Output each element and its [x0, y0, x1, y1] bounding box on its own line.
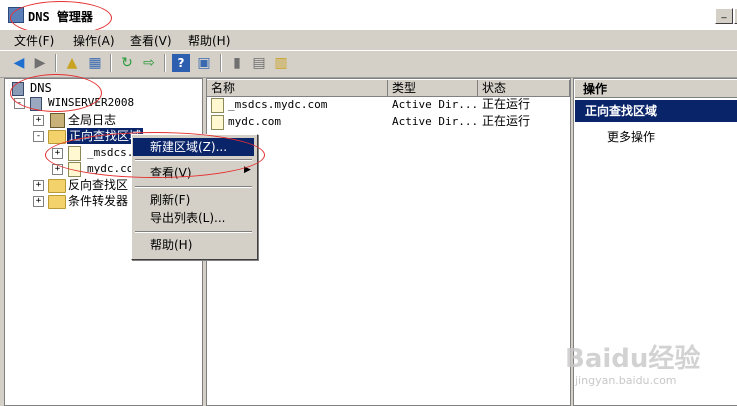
server-icon[interactable]: ▮ — [228, 54, 246, 72]
toolbar-separator — [164, 54, 166, 72]
show-hide-tree-icon[interactable]: ▦ — [86, 54, 104, 72]
column-header-name[interactable]: 名称 — [207, 80, 388, 97]
column-header-type[interactable]: 类型 — [388, 80, 478, 97]
toolbar-separator — [55, 54, 57, 72]
export-icon[interactable]: ⇨ — [140, 54, 158, 72]
actions-header: 操作 — [575, 80, 737, 98]
back-arrow-icon[interactable]: ◀ — [10, 54, 28, 72]
forward-arrow-icon[interactable]: ▶ — [31, 54, 49, 72]
menu-item-help[interactable]: 帮助(H) — [133, 236, 254, 254]
annotation-circle — [45, 132, 265, 178]
tree-node-global-logs[interactable]: 全局日志 — [68, 112, 116, 128]
minimize-button[interactable]: _ — [715, 8, 733, 24]
console-icon[interactable]: ▣ — [195, 54, 213, 72]
menu-view[interactable]: 查看(V) — [130, 32, 172, 49]
watermark-logo: Baidu经验 — [565, 344, 701, 374]
refresh-icon[interactable]: ↻ — [118, 54, 136, 72]
actions-section-title[interactable]: 正向查找区域 — [575, 100, 737, 122]
expand-icon[interactable]: + — [33, 196, 44, 207]
menu-separator — [135, 231, 252, 233]
list-icon[interactable]: ▤ — [250, 54, 268, 72]
collapse-icon[interactable]: - — [33, 131, 44, 142]
menu-action[interactable]: 操作(A) — [73, 32, 115, 49]
more-actions-link[interactable]: 更多操作 — [607, 128, 655, 145]
menu-file[interactable]: 文件(F) — [14, 32, 54, 49]
toolbar-separator — [220, 54, 222, 72]
list-row-status: 正在运行 — [482, 97, 531, 111]
list-row-status: 正在运行 — [482, 114, 531, 128]
expand-icon[interactable]: + — [33, 180, 44, 191]
watermark-url: jingyan.baidu.com — [575, 374, 677, 387]
menu-help[interactable]: 帮助(H) — [188, 32, 230, 49]
help-icon[interactable]: ? — [172, 54, 190, 72]
folder-icon — [48, 195, 66, 209]
menu-item-export-list[interactable]: 导出列表(L)... — [133, 209, 254, 227]
annotation-circle — [10, 74, 102, 112]
zone-file-icon — [211, 98, 224, 113]
tree-node-reverse-zones[interactable]: 反向查找区 — [68, 177, 128, 193]
list-row-name[interactable]: _msdcs.mydc.com — [228, 96, 327, 113]
zone-file-icon — [211, 115, 224, 130]
list-row-name[interactable]: mydc.com — [228, 113, 281, 130]
menu-item-refresh[interactable]: 刷新(F) — [133, 191, 254, 209]
notes-icon[interactable]: ▥ — [272, 54, 290, 72]
menu-separator — [135, 186, 252, 188]
up-folder-icon[interactable]: ▲ — [63, 54, 81, 72]
log-icon — [50, 113, 65, 128]
tree-node-conditional-forwarders[interactable]: 条件转发器 — [68, 193, 128, 209]
list-row-type: Active Dir... — [392, 115, 479, 128]
expand-icon[interactable]: + — [33, 115, 44, 126]
column-header-status[interactable]: 状态 — [478, 80, 570, 97]
folder-icon — [48, 179, 66, 193]
list-row-type: Active Dir... — [392, 98, 479, 111]
toolbar-separator — [110, 54, 112, 72]
